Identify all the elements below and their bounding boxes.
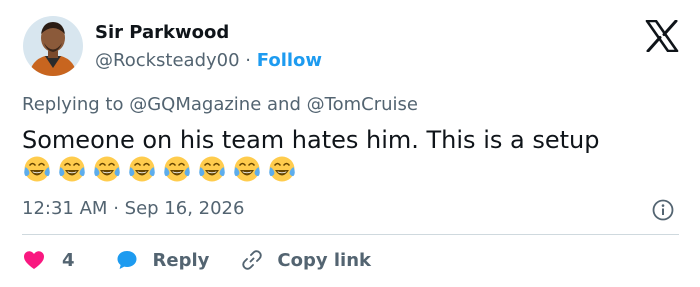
tweet-time[interactable]: 12:31 AM	[22, 198, 107, 219]
tears-of-joy-emoji	[59, 156, 85, 182]
mention-tomcruise[interactable]: @TomCruise	[307, 94, 418, 115]
info-icon[interactable]	[651, 198, 675, 222]
follow-button[interactable]: Follow	[257, 50, 322, 71]
mention-gqmagazine[interactable]: @GQMagazine	[129, 94, 261, 115]
tweet-date[interactable]: Sep 16, 2026	[125, 198, 245, 219]
tears-of-joy-emoji	[164, 156, 190, 182]
tears-of-joy-emoji	[24, 156, 50, 182]
author-display-name[interactable]: Sir Parkwood	[95, 22, 322, 44]
tears-of-joy-emoji	[94, 156, 120, 182]
tweet-meta: 12:31 AM · Sep 16, 2026	[22, 198, 244, 219]
tears-of-joy-emoji	[234, 156, 260, 182]
author-block: Sir Parkwood @Rocksteady00 · Follow	[95, 22, 322, 72]
reply-context-prefix: Replying to	[22, 94, 124, 115]
avatar-image	[23, 16, 83, 76]
heart-icon	[24, 251, 44, 269]
tears-of-joy-emoji	[199, 156, 225, 182]
like-count: 4	[62, 249, 75, 271]
divider	[22, 234, 679, 235]
author-handle-line: @Rocksteady00 · Follow	[95, 50, 322, 72]
reply-context-conjunction: and	[267, 94, 301, 115]
copy-link-button[interactable]: Copy link	[240, 248, 371, 272]
avatar[interactable]	[23, 16, 83, 76]
action-bar: 4 Reply Copy link	[22, 244, 371, 276]
handle-separator: ·	[245, 50, 252, 71]
link-icon	[242, 250, 263, 270]
tears-of-joy-emoji	[129, 156, 155, 182]
like-button[interactable]: 4	[22, 248, 75, 272]
copy-link-label: Copy link	[277, 249, 371, 271]
meta-separator: ·	[113, 198, 119, 219]
x-logo-icon[interactable]	[645, 20, 679, 52]
reply-context: Replying to @GQMagazine and @TomCruise	[22, 94, 418, 115]
reply-button[interactable]: Reply	[115, 248, 210, 272]
reply-label: Reply	[152, 249, 210, 271]
author-handle[interactable]: @Rocksteady00	[95, 50, 240, 71]
tears-of-joy-emoji	[269, 156, 295, 182]
emoji-row	[22, 154, 302, 190]
reply-bubble-icon	[117, 251, 137, 269]
tweet-text: Someone on his team hates him. This is a…	[22, 126, 600, 154]
